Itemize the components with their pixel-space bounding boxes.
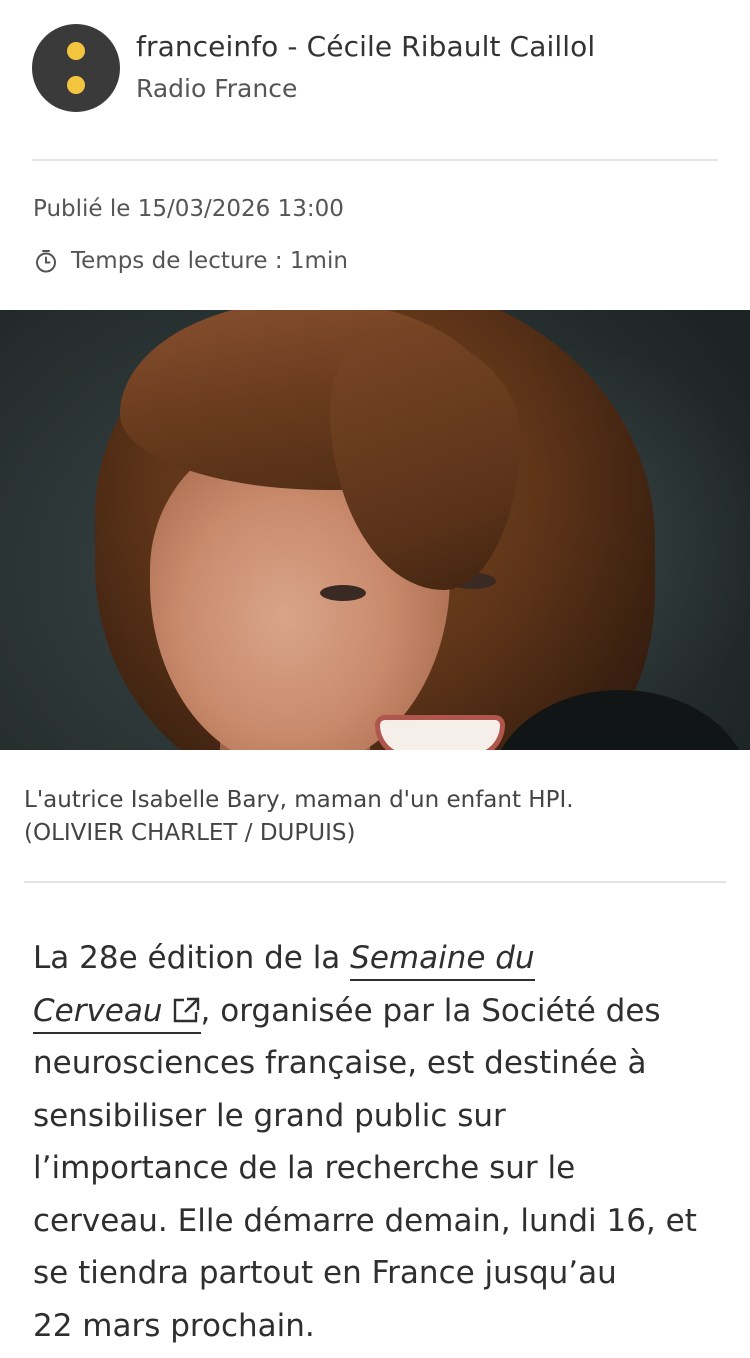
reading-time-label: Temps de lecture : 1min xyxy=(71,248,348,274)
paragraph-line: La 28e édition de la Semaine du xyxy=(33,932,723,985)
header-divider xyxy=(32,159,718,161)
caption-text: L'autrice Isabelle Bary, maman d'un enfa… xyxy=(24,787,574,813)
author-name[interactable]: franceinfo - Cécile Ribault Caillol xyxy=(136,30,595,63)
stopwatch-icon xyxy=(36,250,56,273)
paragraph-line: neurosciences française, est destinée à xyxy=(33,1045,647,1081)
article-photo[interactable] xyxy=(0,310,750,750)
author-organization: Radio France xyxy=(136,74,298,103)
photo-eye-left xyxy=(320,585,366,601)
external-link-icon xyxy=(171,988,201,1041)
caption-divider xyxy=(24,881,726,883)
paragraph-line: 22 mars prochain. xyxy=(33,1307,315,1344)
semaine-du-cerveau-link-continued[interactable]: Cerveau xyxy=(33,992,201,1034)
franceinfo-logo-icon[interactable] xyxy=(32,24,120,112)
paragraph-line: Cerveau , organisée par la Société des xyxy=(33,985,723,1038)
published-date: Publié le 15/03/2026 13:00 xyxy=(33,196,344,222)
paragraph-line: se tiendra partout en France jusqu’au xyxy=(33,1255,617,1291)
link-text: Cerveau xyxy=(33,992,163,1029)
photo-smile xyxy=(380,720,500,750)
reading-time: Temps de lecture : 1min xyxy=(33,246,348,276)
paragraph-line: l’importance de la recherche sur le xyxy=(33,1150,576,1186)
paragraph-intro: La 28e édition de la xyxy=(33,940,351,976)
logo-dot-bottom xyxy=(67,76,85,94)
article-paragraph: La 28e édition de la Semaine du Cerveau,… xyxy=(33,932,723,1352)
author-header: franceinfo - Cécile Ribault Caillol Radi… xyxy=(32,24,722,114)
paragraph-line: cerveau. Elle démarre demain, lundi 16, … xyxy=(33,1202,697,1239)
logo-dot-top xyxy=(67,42,85,60)
semaine-du-cerveau-link[interactable]: Semaine du xyxy=(350,940,535,981)
paragraph-line: sensibiliser le grand public sur xyxy=(33,1097,506,1134)
paragraph-continuation: , organisée par la Société des xyxy=(200,992,661,1029)
caption-credit: (OLIVIER CHARLET / DUPUIS) xyxy=(24,820,356,846)
photo-caption: L'autrice Isabelle Bary, maman d'un enfa… xyxy=(24,784,724,850)
